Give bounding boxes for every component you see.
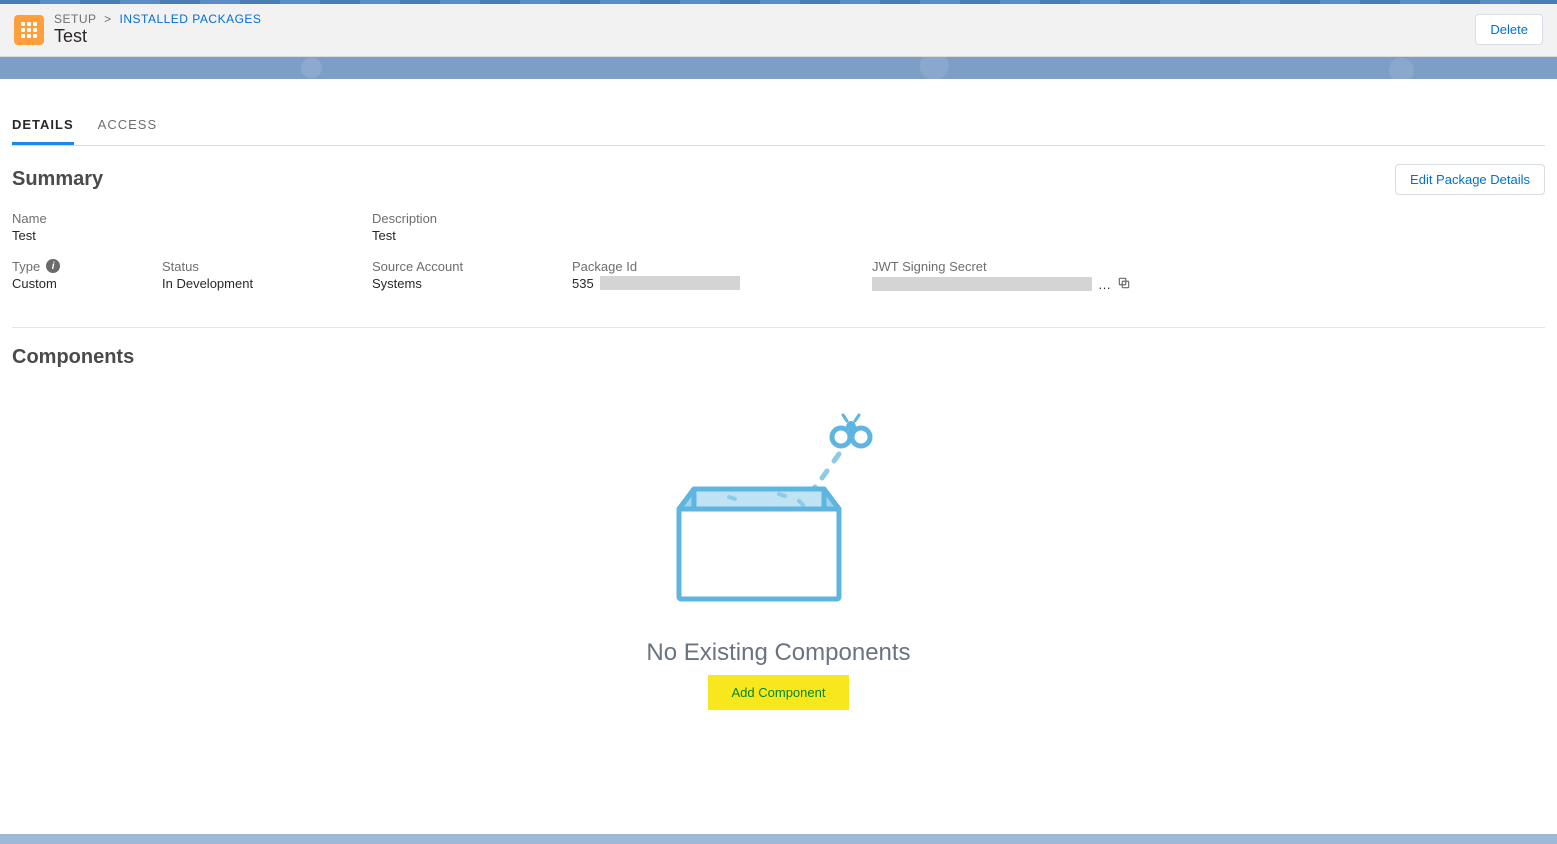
page-title: Test [54,26,1475,48]
empty-state-title: No Existing Components [646,639,910,667]
type-label: Type i [12,259,122,274]
jwt-label: JWT Signing Secret [872,259,1172,274]
info-icon[interactable]: i [46,259,60,273]
package-id-label: Package Id [572,259,832,274]
name-label: Name [12,211,332,226]
breadcrumb: SETUP > INSTALLED PACKAGES [54,12,1475,26]
page-header: SETUP > INSTALLED PACKAGES Test Delete [0,4,1557,57]
package-id-value: 535 [572,276,832,291]
tabs: DETAILS ACCESS [12,107,1545,146]
source-account-label: Source Account [372,259,532,274]
edit-package-details-button[interactable]: Edit Package Details [1395,164,1545,195]
header-actions: Delete [1475,14,1543,45]
source-account-value: Systems [372,276,532,291]
bottom-stripe [0,834,1557,844]
description-label: Description [372,211,772,226]
empty-state: No Existing Components Add Component [12,369,1545,730]
tab-access[interactable]: ACCESS [98,107,157,145]
decorative-pattern-stripe [0,57,1557,79]
status-label: Status [162,259,332,274]
description-value: Test [372,228,772,243]
breadcrumb-root: SETUP [54,12,96,26]
jwt-suffix: … [1098,277,1111,292]
breadcrumb-separator: > [104,12,112,26]
breadcrumb-link[interactable]: INSTALLED PACKAGES [120,12,262,26]
jwt-redacted [872,277,1092,291]
type-value: Custom [12,276,122,291]
package-id-prefix: 535 [572,276,594,291]
empty-box-icon [639,409,919,619]
tab-details[interactable]: DETAILS [12,107,74,145]
summary-grid: Name Test Description Test Type i Custom… [12,203,1545,327]
jwt-value: … [872,276,1172,293]
delete-button[interactable]: Delete [1475,14,1543,45]
status-value: In Development [162,276,332,291]
summary-heading: Summary [12,168,103,191]
components-heading: Components [12,346,1545,369]
name-value: Test [12,228,332,243]
package-id-redacted [600,276,740,290]
add-component-button[interactable]: Add Component [708,675,850,710]
app-launcher-icon[interactable] [14,15,44,45]
copy-icon[interactable] [1117,276,1131,293]
